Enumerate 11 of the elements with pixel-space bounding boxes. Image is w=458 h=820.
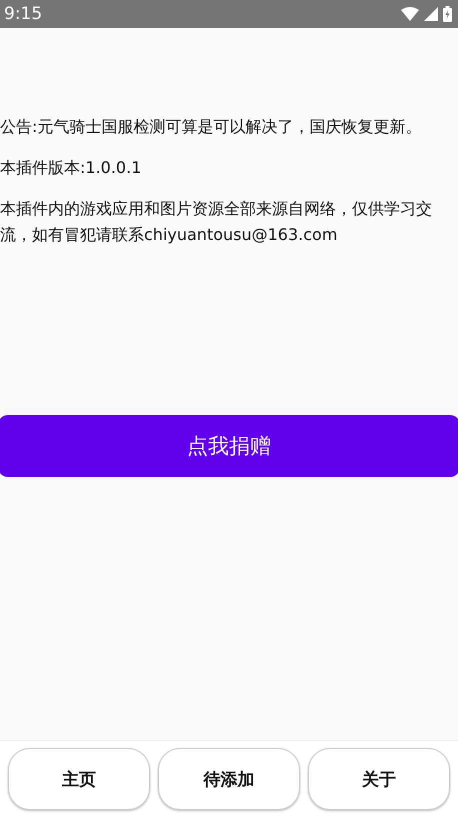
signal-icon — [424, 7, 438, 21]
wifi-icon — [401, 7, 419, 21]
donate-button[interactable]: 点我捐赠 — [0, 415, 458, 477]
info-text: 本插件版本:1.0.0.1 — [0, 157, 142, 179]
info-text: 公告:元气骑士国服检测可算是可以解决了，国庆恢复更新。 — [0, 116, 422, 138]
info-text: 本插件内的游戏应用和图片资源全部来源自网络，仅供学习交流，如有冒犯请联系chiyuantousu@163.com — [0, 198, 433, 246]
nav-button[interactable]: 关于 — [308, 748, 450, 810]
nav-button[interactable]: 主页 — [8, 748, 150, 810]
nav-button[interactable]: 待添加 — [158, 748, 300, 810]
battery-icon — [443, 6, 452, 22]
clock-time: 9:15 — [4, 4, 42, 24]
